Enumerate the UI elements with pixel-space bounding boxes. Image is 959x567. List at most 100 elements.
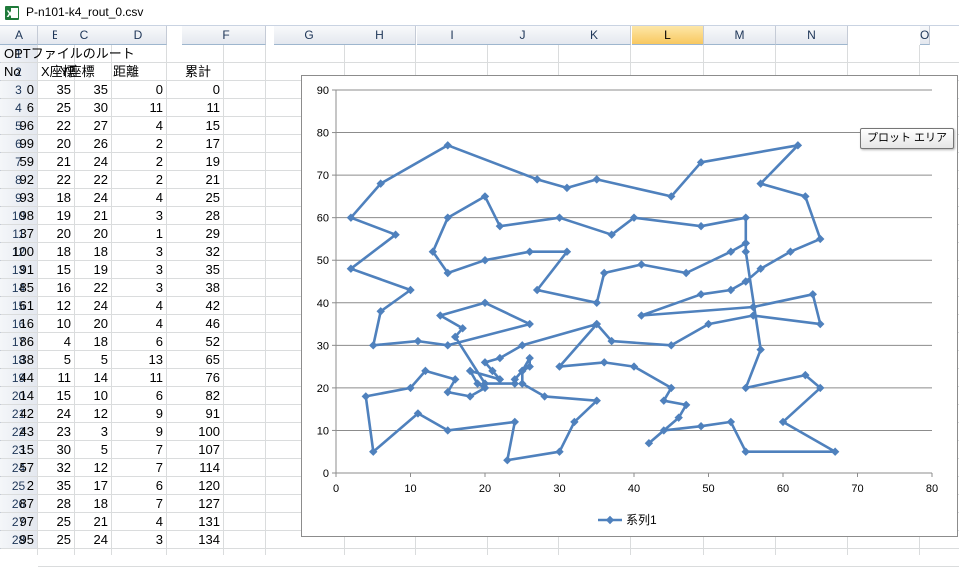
cell-e28[interactable]: 134 — [182, 531, 224, 549]
cell-a14[interactable]: 85 — [1, 279, 38, 297]
cell-e21[interactable]: 91 — [182, 405, 224, 423]
data-point-marker[interactable] — [801, 192, 810, 201]
column-header-l[interactable]: L — [632, 26, 704, 45]
cell-e23[interactable]: 107 — [182, 441, 224, 459]
cell-c10[interactable]: 21 — [57, 207, 112, 225]
cell-c25[interactable]: 17 — [57, 477, 112, 495]
data-point-marker[interactable] — [369, 341, 378, 350]
cell-d4[interactable]: 11 — [110, 99, 167, 117]
cell-c22[interactable]: 3 — [57, 423, 112, 441]
cell-d9[interactable]: 4 — [110, 189, 167, 207]
cell-a17[interactable]: 86 — [1, 333, 38, 351]
cell-e12[interactable]: 32 — [182, 243, 224, 261]
cell-d2[interactable]: 距離 — [110, 63, 167, 81]
data-point-marker[interactable] — [600, 268, 609, 278]
data-point-marker[interactable] — [741, 213, 750, 222]
cell-c3[interactable]: 35 — [57, 81, 112, 99]
data-point-marker[interactable] — [741, 247, 750, 256]
cell-a8[interactable]: 92 — [1, 171, 38, 189]
cell-c2[interactable]: Y座標 — [57, 63, 112, 81]
cell-a12[interactable]: 100 — [1, 243, 38, 261]
data-point-marker[interactable] — [637, 260, 646, 269]
cell-e24[interactable]: 114 — [182, 459, 224, 477]
data-point-marker[interactable] — [741, 383, 750, 393]
cell-e22[interactable]: 100 — [182, 423, 224, 441]
cell-e15[interactable]: 42 — [182, 297, 224, 315]
cell-d25[interactable]: 6 — [110, 477, 167, 495]
cell-a7[interactable]: 59 — [1, 153, 38, 171]
data-point-marker[interactable] — [696, 421, 706, 431]
cell-d27[interactable]: 4 — [110, 513, 167, 531]
cell-a25[interactable]: 2 — [1, 477, 38, 495]
cell-a23[interactable]: 15 — [1, 441, 38, 459]
cell-a13[interactable]: 91 — [1, 261, 38, 279]
cell-a6[interactable]: 99 — [1, 135, 38, 153]
cell-c13[interactable]: 19 — [57, 261, 112, 279]
cell-c4[interactable]: 30 — [57, 99, 112, 117]
cell-d14[interactable]: 3 — [110, 279, 167, 297]
cell-e13[interactable]: 35 — [182, 261, 224, 279]
cell-c28[interactable]: 24 — [57, 531, 112, 549]
column-header-g[interactable]: G — [274, 26, 345, 45]
cell-a11[interactable]: 37 — [1, 225, 38, 243]
cell-e2[interactable]: 累計 — [182, 63, 224, 81]
cell-c17[interactable]: 18 — [57, 333, 112, 351]
data-point-marker[interactable] — [562, 183, 572, 193]
cell-a26[interactable]: 87 — [1, 495, 38, 513]
cell-d7[interactable]: 2 — [110, 153, 167, 171]
data-point-marker[interactable] — [816, 234, 825, 244]
column-header-i[interactable]: I — [417, 26, 488, 45]
data-point-marker[interactable] — [808, 290, 817, 299]
cell-c12[interactable]: 18 — [57, 243, 112, 261]
cell-e16[interactable]: 46 — [182, 315, 224, 333]
cell-a18[interactable]: 38 — [1, 351, 38, 369]
cell-a19[interactable]: 44 — [1, 369, 38, 387]
data-point-marker[interactable] — [495, 221, 505, 231]
cell-c23[interactable]: 5 — [57, 441, 112, 459]
column-header-n[interactable]: N — [776, 26, 848, 45]
data-point-marker[interactable] — [696, 221, 706, 231]
cell-a9[interactable]: 93 — [1, 189, 38, 207]
cell-d13[interactable]: 3 — [110, 261, 167, 279]
cell-a15[interactable]: 61 — [1, 297, 38, 315]
cell-a1[interactable]: OPTファイルのルート — [1, 45, 135, 63]
cell-e3[interactable]: 0 — [182, 81, 224, 99]
column-header-h[interactable]: H — [344, 26, 416, 45]
data-point-marker[interactable] — [532, 175, 542, 184]
data-point-marker[interactable] — [726, 417, 736, 427]
cell-e27[interactable]: 131 — [182, 513, 224, 531]
data-point-marker[interactable] — [592, 298, 601, 307]
cell-c20[interactable]: 10 — [57, 387, 112, 405]
cell-e6[interactable]: 17 — [182, 135, 224, 153]
data-point-marker[interactable] — [600, 358, 609, 367]
cell-d28[interactable]: 3 — [110, 531, 167, 549]
cell-c16[interactable]: 20 — [57, 315, 112, 333]
cell-d5[interactable]: 4 — [110, 117, 167, 135]
data-point-marker[interactable] — [510, 417, 519, 427]
cell-a2[interactable]: No — [1, 63, 38, 81]
cell-c8[interactable]: 22 — [57, 171, 112, 189]
cell-d12[interactable]: 3 — [110, 243, 167, 261]
cell-c14[interactable]: 22 — [57, 279, 112, 297]
cell-a24[interactable]: 57 — [1, 459, 38, 477]
cell-d22[interactable]: 9 — [110, 423, 167, 441]
cell-e8[interactable]: 21 — [182, 171, 224, 189]
data-point-marker[interactable] — [480, 256, 490, 265]
scatter-chart[interactable]: 0 10 20 30 40 50 60 70 80 90 0 10 20 30 40 50 60 70 80 系列1 — [302, 76, 957, 536]
cell-a20[interactable]: 14 — [1, 387, 38, 405]
cell-c11[interactable]: 20 — [57, 225, 112, 243]
data-point-marker[interactable] — [361, 392, 370, 401]
data-point-marker[interactable] — [555, 213, 564, 222]
data-point-marker[interactable] — [413, 336, 423, 346]
data-point-marker[interactable] — [681, 268, 691, 278]
cell-c7[interactable]: 24 — [57, 153, 112, 171]
data-point-marker[interactable] — [525, 319, 534, 329]
data-point-marker[interactable] — [525, 247, 534, 256]
cell-d18[interactable]: 13 — [110, 351, 167, 369]
data-point-marker[interactable] — [696, 290, 706, 299]
cell-c19[interactable]: 14 — [57, 369, 112, 387]
data-point-marker[interactable] — [756, 345, 765, 354]
cell-d23[interactable]: 7 — [110, 441, 167, 459]
cell-d8[interactable]: 2 — [110, 171, 167, 189]
data-point-marker[interactable] — [503, 456, 512, 465]
